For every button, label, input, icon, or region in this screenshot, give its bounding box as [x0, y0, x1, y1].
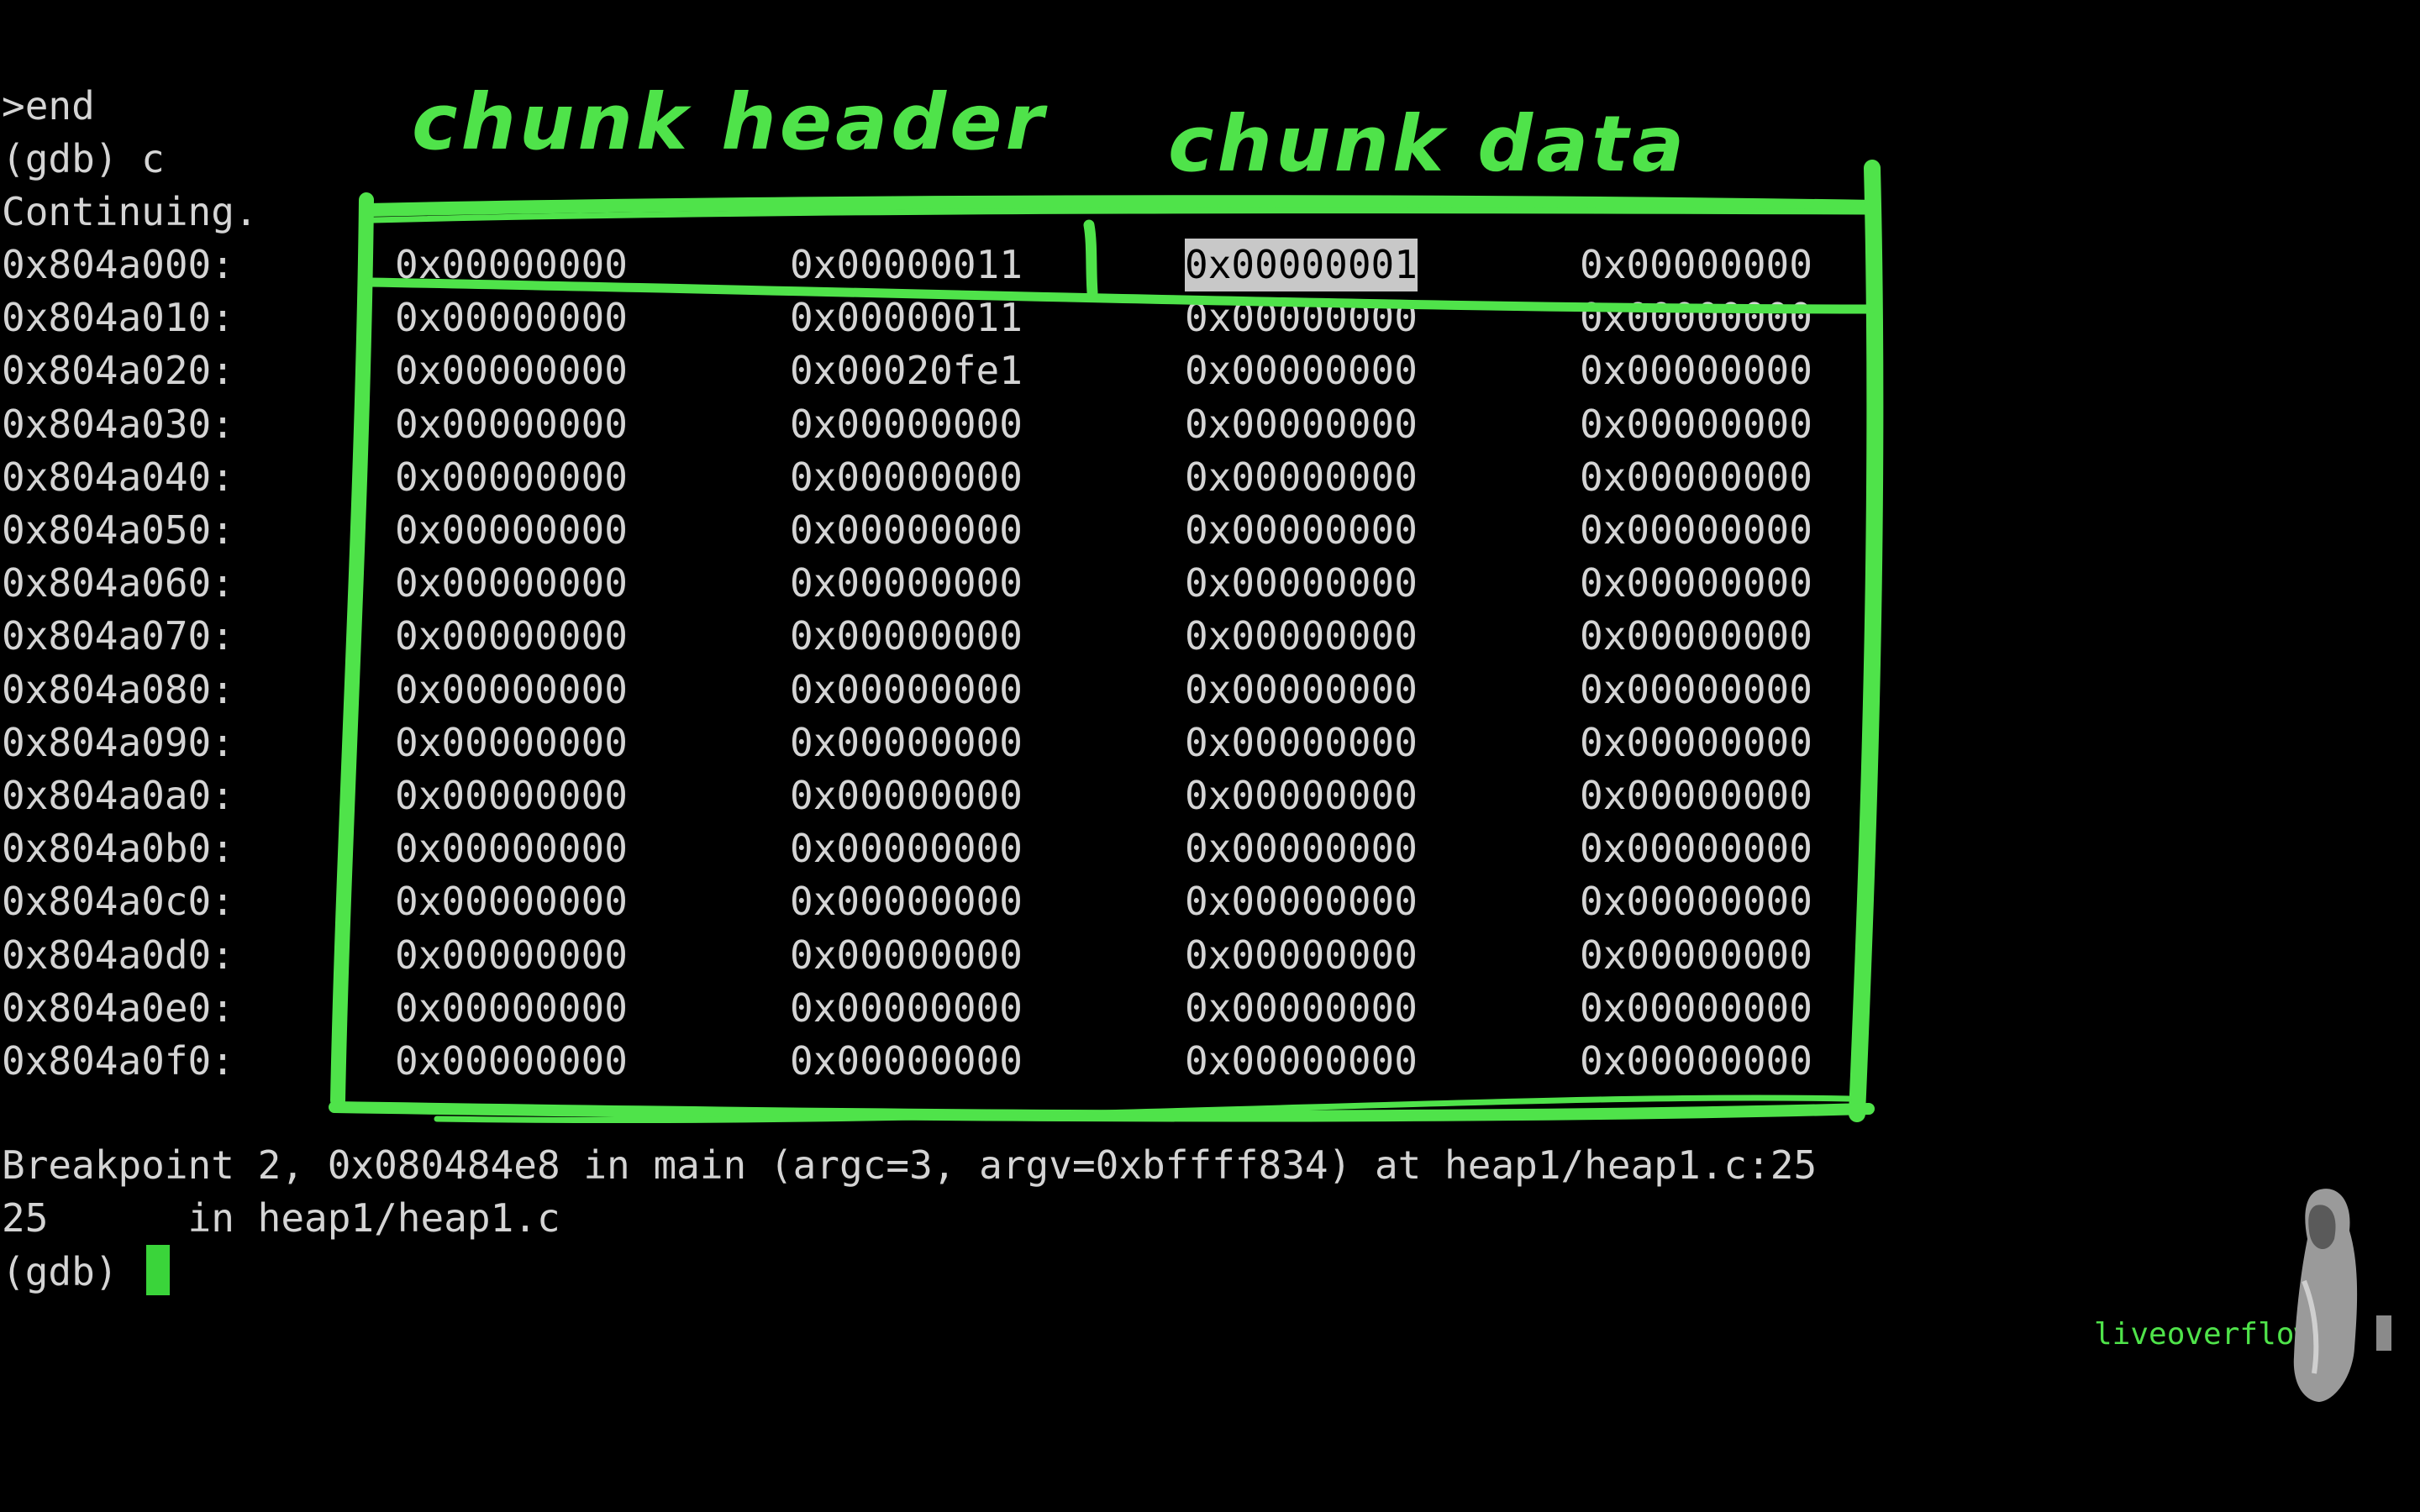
hooded-figure-icon	[2293, 1189, 2358, 1402]
annotation-overlay	[329, 160, 1884, 1124]
header-data-divider	[1083, 219, 1098, 298]
chunk-header-annotation: chunk header	[412, 77, 1047, 167]
outer-box-left	[330, 192, 374, 1108]
scrollbar-thumb[interactable]	[2376, 1315, 2391, 1351]
header-row-underline	[365, 277, 1876, 314]
brand-name: liveoverflow	[2094, 1317, 2313, 1352]
chunk-data-annotation: chunk data	[1168, 99, 1688, 189]
